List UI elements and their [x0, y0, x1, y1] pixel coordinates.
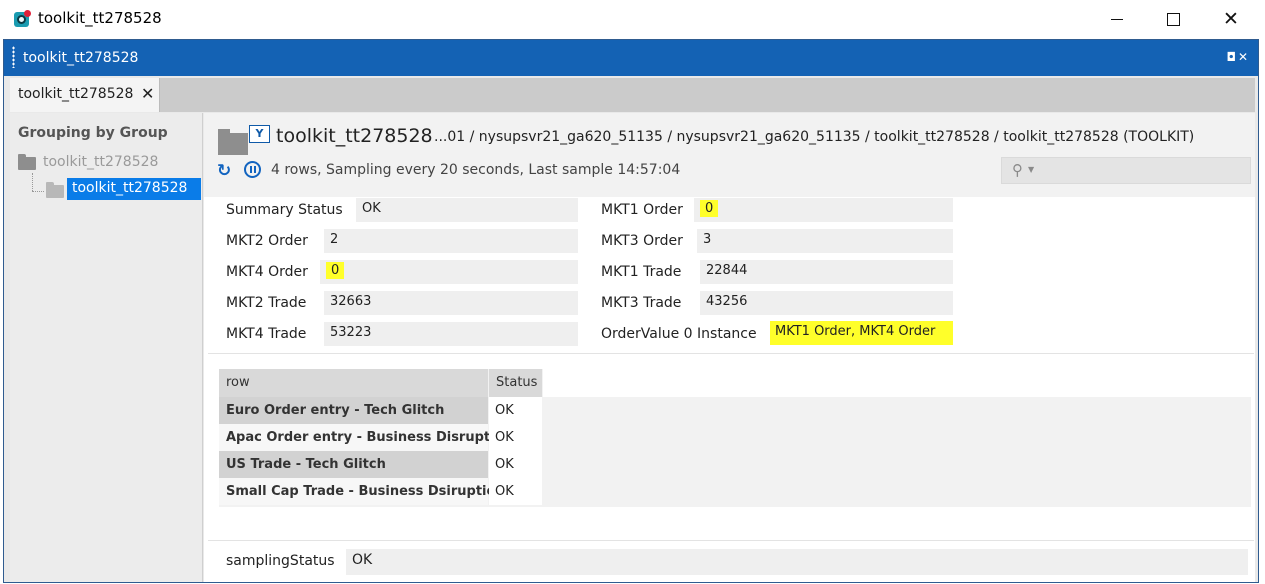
- panel-title-bar: toolkit_tt278528 ◘✕: [4, 40, 1258, 76]
- mkt3-order-value: 3: [697, 229, 953, 253]
- table-row-name[interactable]: Apac Order entry - Business Disruption: [219, 424, 513, 451]
- table-header-filler: [543, 369, 1251, 397]
- mkt3-trade-label: MKT3 Trade: [601, 295, 682, 311]
- close-window-button[interactable]: ✕: [1202, 0, 1260, 38]
- tree-item-selected[interactable]: toolkit_tt278528: [67, 178, 201, 200]
- table-row-status[interactable]: OK: [489, 397, 542, 424]
- drag-grip-icon[interactable]: [12, 46, 15, 68]
- minimize-button[interactable]: [1088, 0, 1146, 38]
- column-header-row[interactable]: row: [219, 369, 488, 397]
- main-header: Y toolkit_tt278528 ...01 / nysupsvr21_ga…: [204, 113, 1255, 197]
- mkt4-trade-label: MKT4 Trade: [226, 326, 307, 342]
- table-row-name[interactable]: Small Cap Trade - Business Dsiruption: [219, 478, 505, 505]
- tab-label: toolkit_tt278528: [18, 86, 134, 102]
- panel-controls[interactable]: ◘✕: [1226, 50, 1250, 64]
- group-tree-panel: Grouping by Group toolkit_tt278528 toolk…: [10, 113, 203, 582]
- folder-icon: [46, 182, 64, 198]
- mkt2-trade-value: 32663: [324, 291, 578, 315]
- entity-icon: Y: [210, 123, 270, 155]
- tree-root-label: toolkit_tt278528: [43, 154, 159, 170]
- app-icon: [14, 10, 31, 27]
- folder-icon: [18, 154, 36, 170]
- table-row-status[interactable]: OK: [489, 451, 542, 478]
- mkt4-order-value: 0: [326, 262, 345, 279]
- table-row-status[interactable]: OK: [489, 478, 542, 505]
- tree-connector: [32, 173, 33, 191]
- search-input[interactable]: ⚲ ▼: [1001, 157, 1251, 184]
- app-frame: toolkit_tt278528 ◘✕ toolkit_tt278528 ✕ G…: [3, 39, 1259, 583]
- search-icon: ⚲: [1012, 161, 1023, 179]
- maximize-button[interactable]: [1144, 0, 1202, 38]
- tree-heading: Grouping by Group: [18, 125, 168, 141]
- pause-icon[interactable]: [244, 161, 261, 178]
- mkt3-order-label: MKT3 Order: [601, 233, 683, 249]
- mkt3-trade-value: 43256: [700, 291, 953, 315]
- refresh-icon[interactable]: ↻: [217, 161, 231, 181]
- mkt2-order-label: MKT2 Order: [226, 233, 308, 249]
- divider: [208, 353, 1254, 354]
- mkt1-trade-value: 22844: [700, 260, 953, 284]
- mkt4-order-label: MKT4 Order: [226, 264, 308, 280]
- summary-status-value: OK: [356, 198, 578, 222]
- mkt4-trade-value: 53223: [324, 322, 578, 346]
- sampling-status-text: 4 rows, Sampling every 20 seconds, Last …: [271, 162, 681, 178]
- os-title-bar: toolkit_tt278528 ✕: [0, 0, 1265, 38]
- mkt1-order-field: 0: [694, 198, 953, 222]
- table-row-name[interactable]: Euro Order entry - Tech Glitch: [219, 397, 488, 424]
- tab-toolkit[interactable]: toolkit_tt278528 ✕: [10, 78, 160, 112]
- sampling-status-label: samplingStatus: [226, 553, 335, 569]
- tab-close-icon[interactable]: ✕: [141, 84, 154, 103]
- entity-title: toolkit_tt278528: [276, 125, 433, 147]
- filter-icon[interactable]: Y: [249, 125, 270, 143]
- mkt1-order-label: MKT1 Order: [601, 202, 683, 218]
- summary-status-label: Summary Status: [226, 202, 343, 218]
- column-header-status[interactable]: Status: [489, 369, 542, 397]
- sampling-status-value: OK: [346, 549, 1248, 575]
- mkt1-trade-label: MKT1 Trade: [601, 264, 682, 280]
- mkt4-order-field: 0: [320, 260, 578, 284]
- panel-title: toolkit_tt278528: [23, 50, 139, 66]
- main-panel: Y toolkit_tt278528 ...01 / nysupsvr21_ga…: [204, 113, 1255, 582]
- chevron-down-icon: ▼: [1028, 165, 1035, 174]
- window-title: toolkit_tt278528: [38, 9, 162, 27]
- tree-connector: [32, 191, 44, 192]
- mkt2-trade-label: MKT2 Trade: [226, 295, 307, 311]
- breadcrumb: ...01 / nysupsvr21_ga620_51135 / nysupsv…: [434, 129, 1195, 145]
- status-table: row Status Euro Order entry - Tech Glitc…: [219, 369, 1251, 507]
- table-row-status[interactable]: OK: [489, 424, 542, 451]
- ordervalue-value: MKT1 Order, MKT4 Order: [770, 321, 953, 345]
- mkt1-order-value: 0: [700, 200, 719, 217]
- ordervalue-label: OrderValue 0 Instance: [601, 326, 757, 342]
- mkt2-order-value: 2: [324, 229, 578, 253]
- tab-strip: toolkit_tt278528 ✕: [10, 78, 1255, 112]
- table-row-name[interactable]: US Trade - Tech Glitch: [219, 451, 488, 478]
- divider: [208, 540, 1254, 541]
